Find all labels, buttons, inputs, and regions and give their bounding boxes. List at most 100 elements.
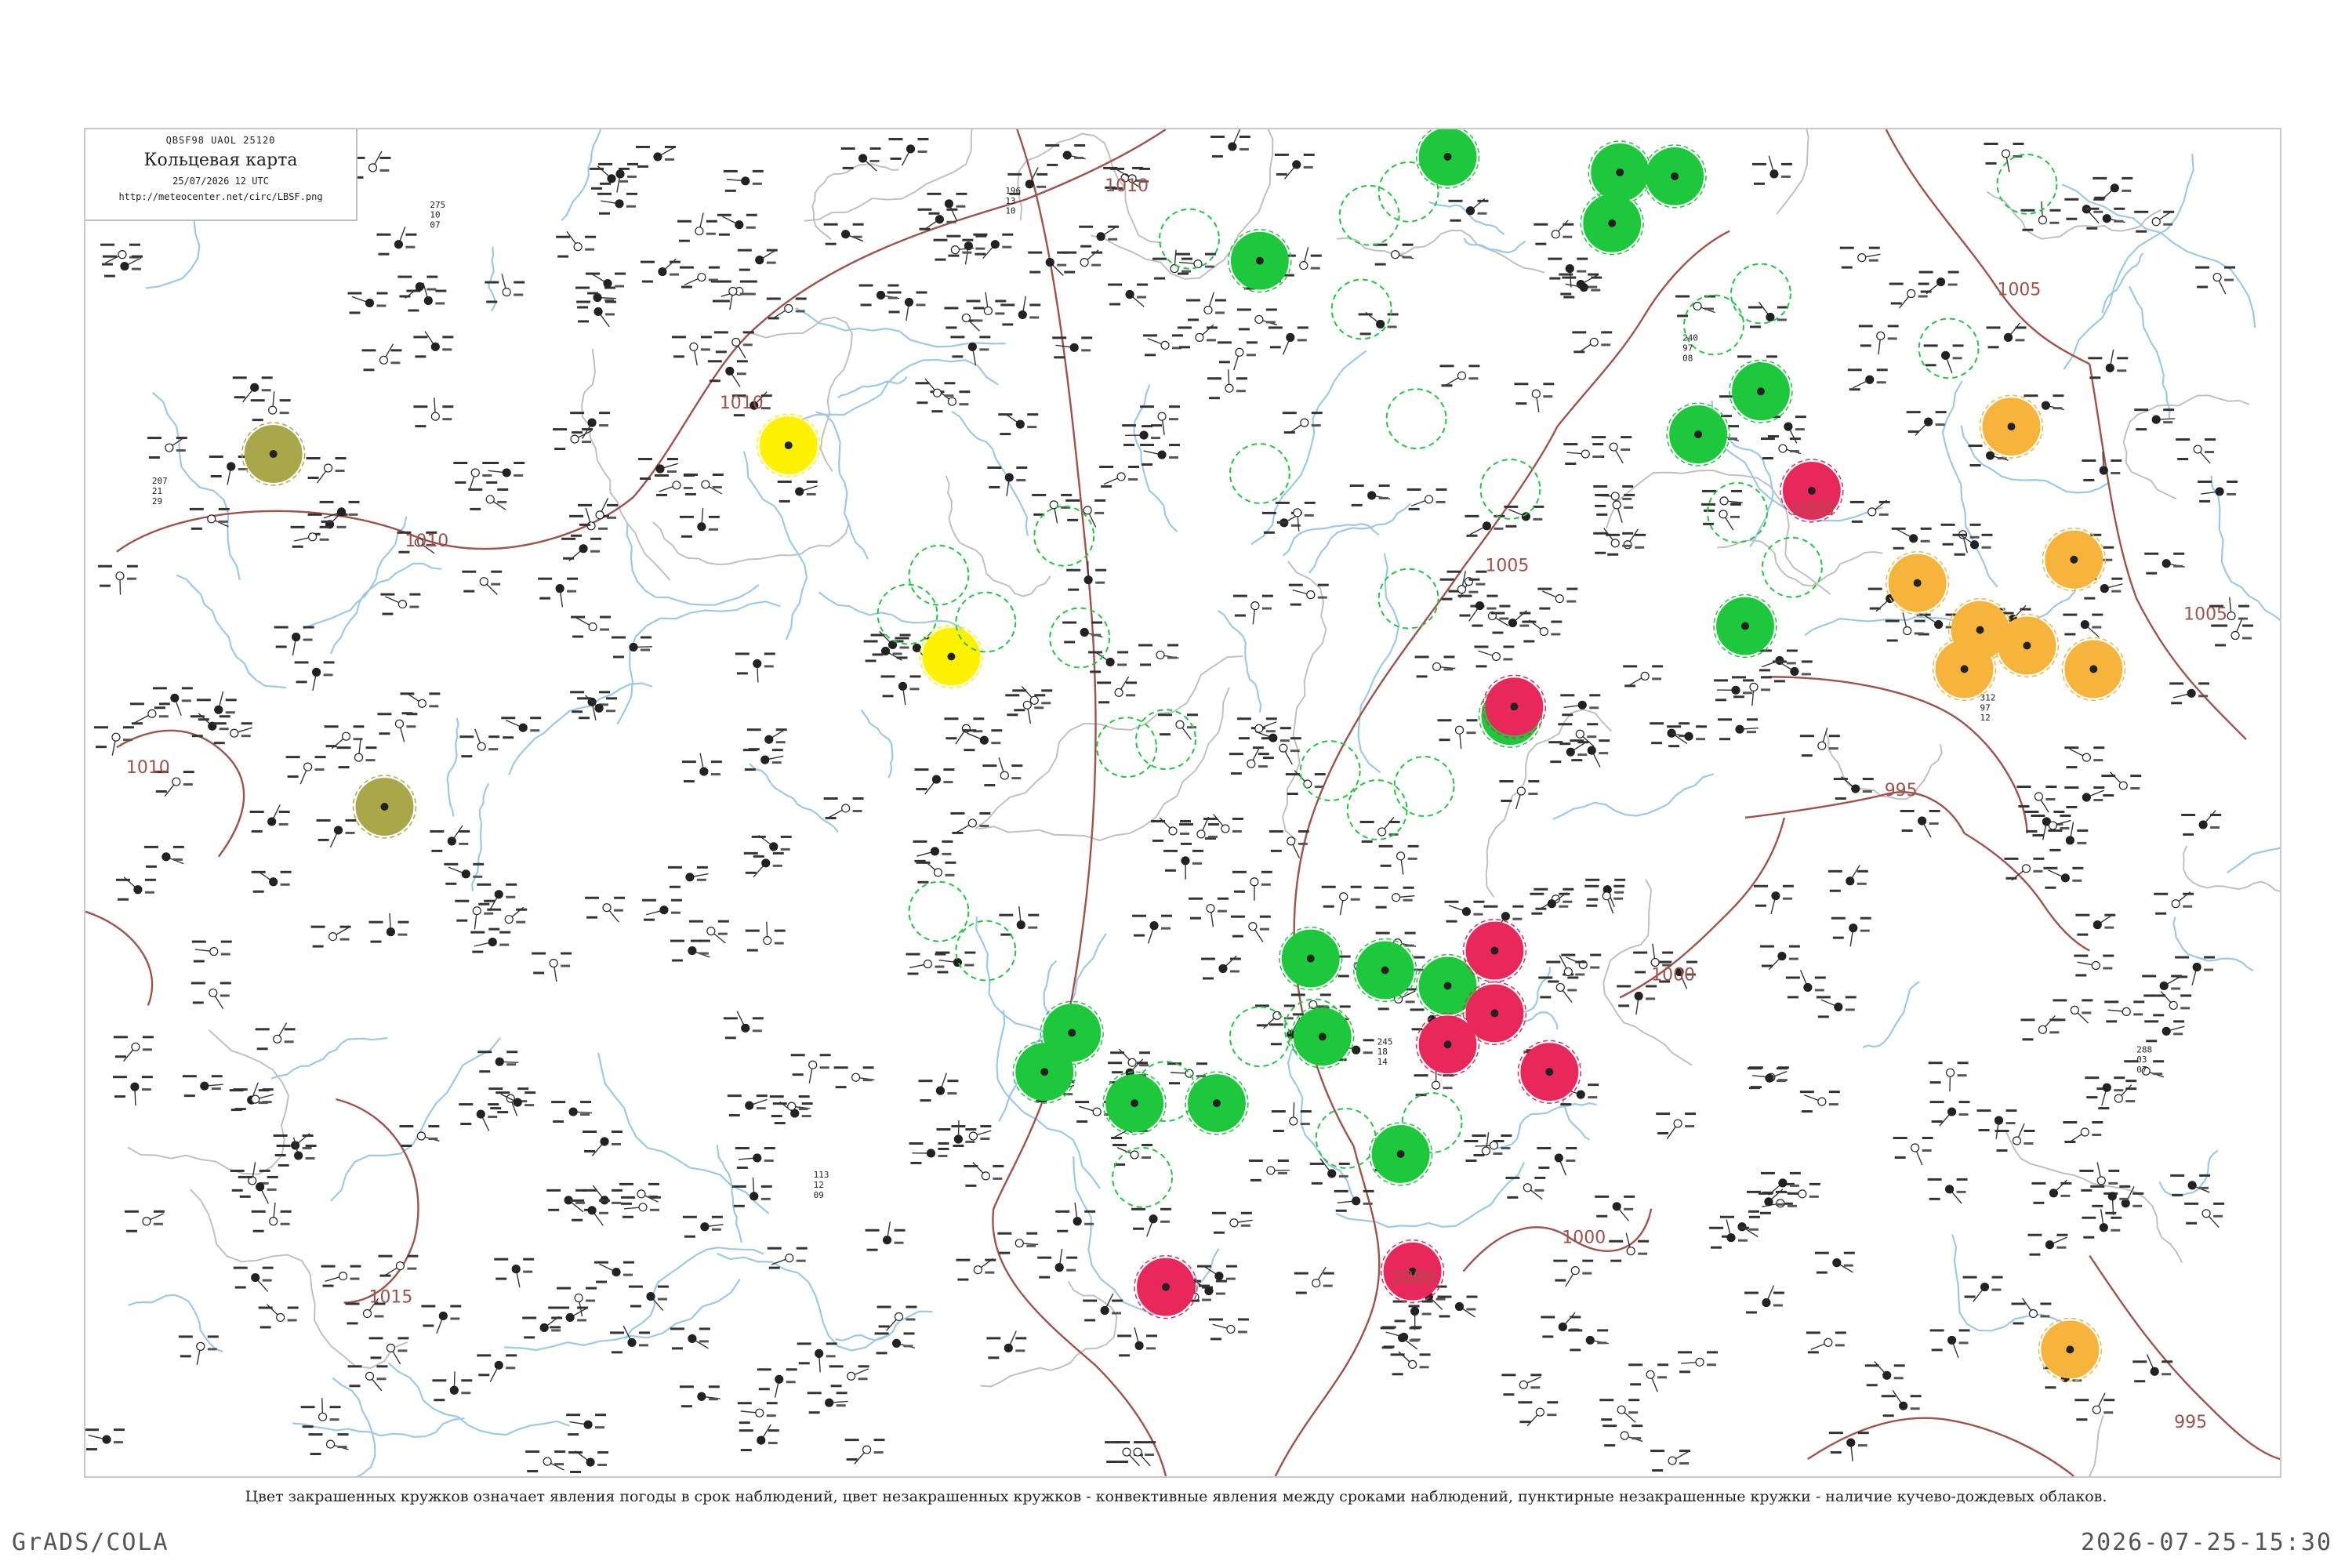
cloud-cover-icon [365,1371,375,1381]
rain-circle[interactable] [1588,140,1652,205]
cloud-cover-icon [1626,1247,1635,1256]
value-mark [1279,727,1291,730]
station-plot [585,896,626,923]
shower-circle[interactable] [2042,528,2107,592]
value-mark [348,500,360,503]
rain-circle[interactable] [1393,756,1455,817]
value-mark [1472,624,1483,627]
rain-circle[interactable] [1049,607,1111,669]
value-mark [1991,1288,2002,1291]
value-mark [1110,167,1125,170]
haze-circle[interactable] [241,422,306,486]
rain-circle[interactable] [1330,278,1392,340]
value-mark [1225,1277,1236,1280]
rain-circle[interactable] [1377,568,1439,630]
fog-circle[interactable] [757,413,821,477]
thunder-circle[interactable] [1134,1254,1198,1319]
rain-circle[interactable] [908,544,970,606]
rain-circle[interactable] [1415,129,1480,189]
value-mark [376,1377,387,1381]
rain-circle[interactable] [1185,1071,1249,1135]
value-mark [1940,523,1955,526]
rain-circle[interactable] [908,880,970,942]
value-mark [1857,882,1867,885]
shower-circle[interactable] [2061,637,2126,702]
value-mark [1311,1181,1323,1185]
rain-circle[interactable] [1580,191,1644,256]
station-plot[interactable]: 245 18 14 [1377,1036,1393,1067]
station-plot [1718,718,1759,741]
station-plot[interactable]: 312 97 12 [1980,692,1996,723]
rain-circle[interactable] [1096,717,1158,779]
value-mark [927,192,942,195]
thunder-circle[interactable] [1482,674,1547,739]
station-plot [1595,1195,1635,1221]
value-mark [957,1278,969,1281]
shower-circle[interactable] [1979,394,2044,459]
value-mark [482,462,494,465]
rain-circle[interactable] [1730,263,1791,325]
station-plot [361,343,402,372]
station-plot [347,292,388,314]
value-mark [262,1101,272,1104]
value-mark [1295,1291,1307,1294]
rain-circle[interactable] [1377,161,1439,223]
map-date: 25/07/2026 12 UTC [172,176,269,187]
cloud-cover-icon [1876,331,1886,340]
cloud-cover-icon [787,1102,797,1111]
rain-circle[interactable] [1346,779,1408,840]
river-line [742,451,808,641]
cloud-cover-icon [2082,793,2091,802]
rain-circle[interactable] [1228,228,1292,293]
rain-circle[interactable] [1385,388,1447,450]
station-plot[interactable]: 275 10 07 [430,200,445,230]
rain-circle[interactable] [1229,443,1290,504]
haze-circle[interactable] [352,775,417,839]
rain-circle[interactable] [1918,318,1980,379]
rain-circle[interactable] [1642,144,1707,209]
rain-circle[interactable] [1135,709,1196,771]
value-mark [1650,1450,1665,1453]
value-mark [1292,1013,1304,1016]
rain-circle[interactable] [955,591,1017,653]
station-plot[interactable]: 113 12 09 [814,1170,829,1200]
rain-circle[interactable] [1761,536,1823,598]
value-mark [1561,953,1576,956]
station-temperature: 18 [1377,1047,1388,1057]
value-mark [619,1182,634,1185]
rain-circle[interactable] [1401,1092,1463,1153]
value-mark [2002,612,2014,615]
rain-circle[interactable] [1713,593,1777,659]
source-url[interactable]: http://meteocenter.net/circ/LBSF.png [85,191,356,202]
value-mark [808,1411,820,1414]
rain-circle[interactable] [1315,1108,1377,1169]
rain-circle[interactable] [1368,1122,1433,1186]
rain-circle[interactable] [1229,1006,1290,1068]
station-plot [97,564,138,595]
weather-map[interactable]: 1010 1010 1010 1010 1015 1005 1005 1005 … [85,129,2280,1476]
cloud-cover-icon [629,642,638,652]
value-mark [1410,1008,1425,1011]
shower-circle[interactable] [2038,1317,2103,1382]
shower-circle[interactable] [1885,550,1950,615]
station-plot [590,165,630,190]
station-plot [1592,436,1632,464]
value-mark [1276,172,1287,176]
value-mark [1335,1209,1347,1212]
rain-circle[interactable] [1279,926,1343,991]
value-mark [1363,1051,1373,1054]
value-mark [947,1080,959,1083]
value-mark [1265,308,1277,311]
thunder-circle[interactable] [1462,918,1527,983]
station-plot[interactable]: 207 21 29 [152,476,168,506]
rain-circle[interactable] [1729,359,1793,423]
rain-circle[interactable] [1683,294,1744,356]
station-plot [1927,1178,1968,1204]
value-mark [477,1051,492,1054]
value-mark [681,1405,692,1408]
rain-circle[interactable] [1666,402,1730,466]
rain-circle[interactable] [1352,938,1417,1003]
value-mark [1090,670,1102,673]
rain-circle[interactable] [1996,153,2058,215]
value-mark [2213,1202,2225,1205]
